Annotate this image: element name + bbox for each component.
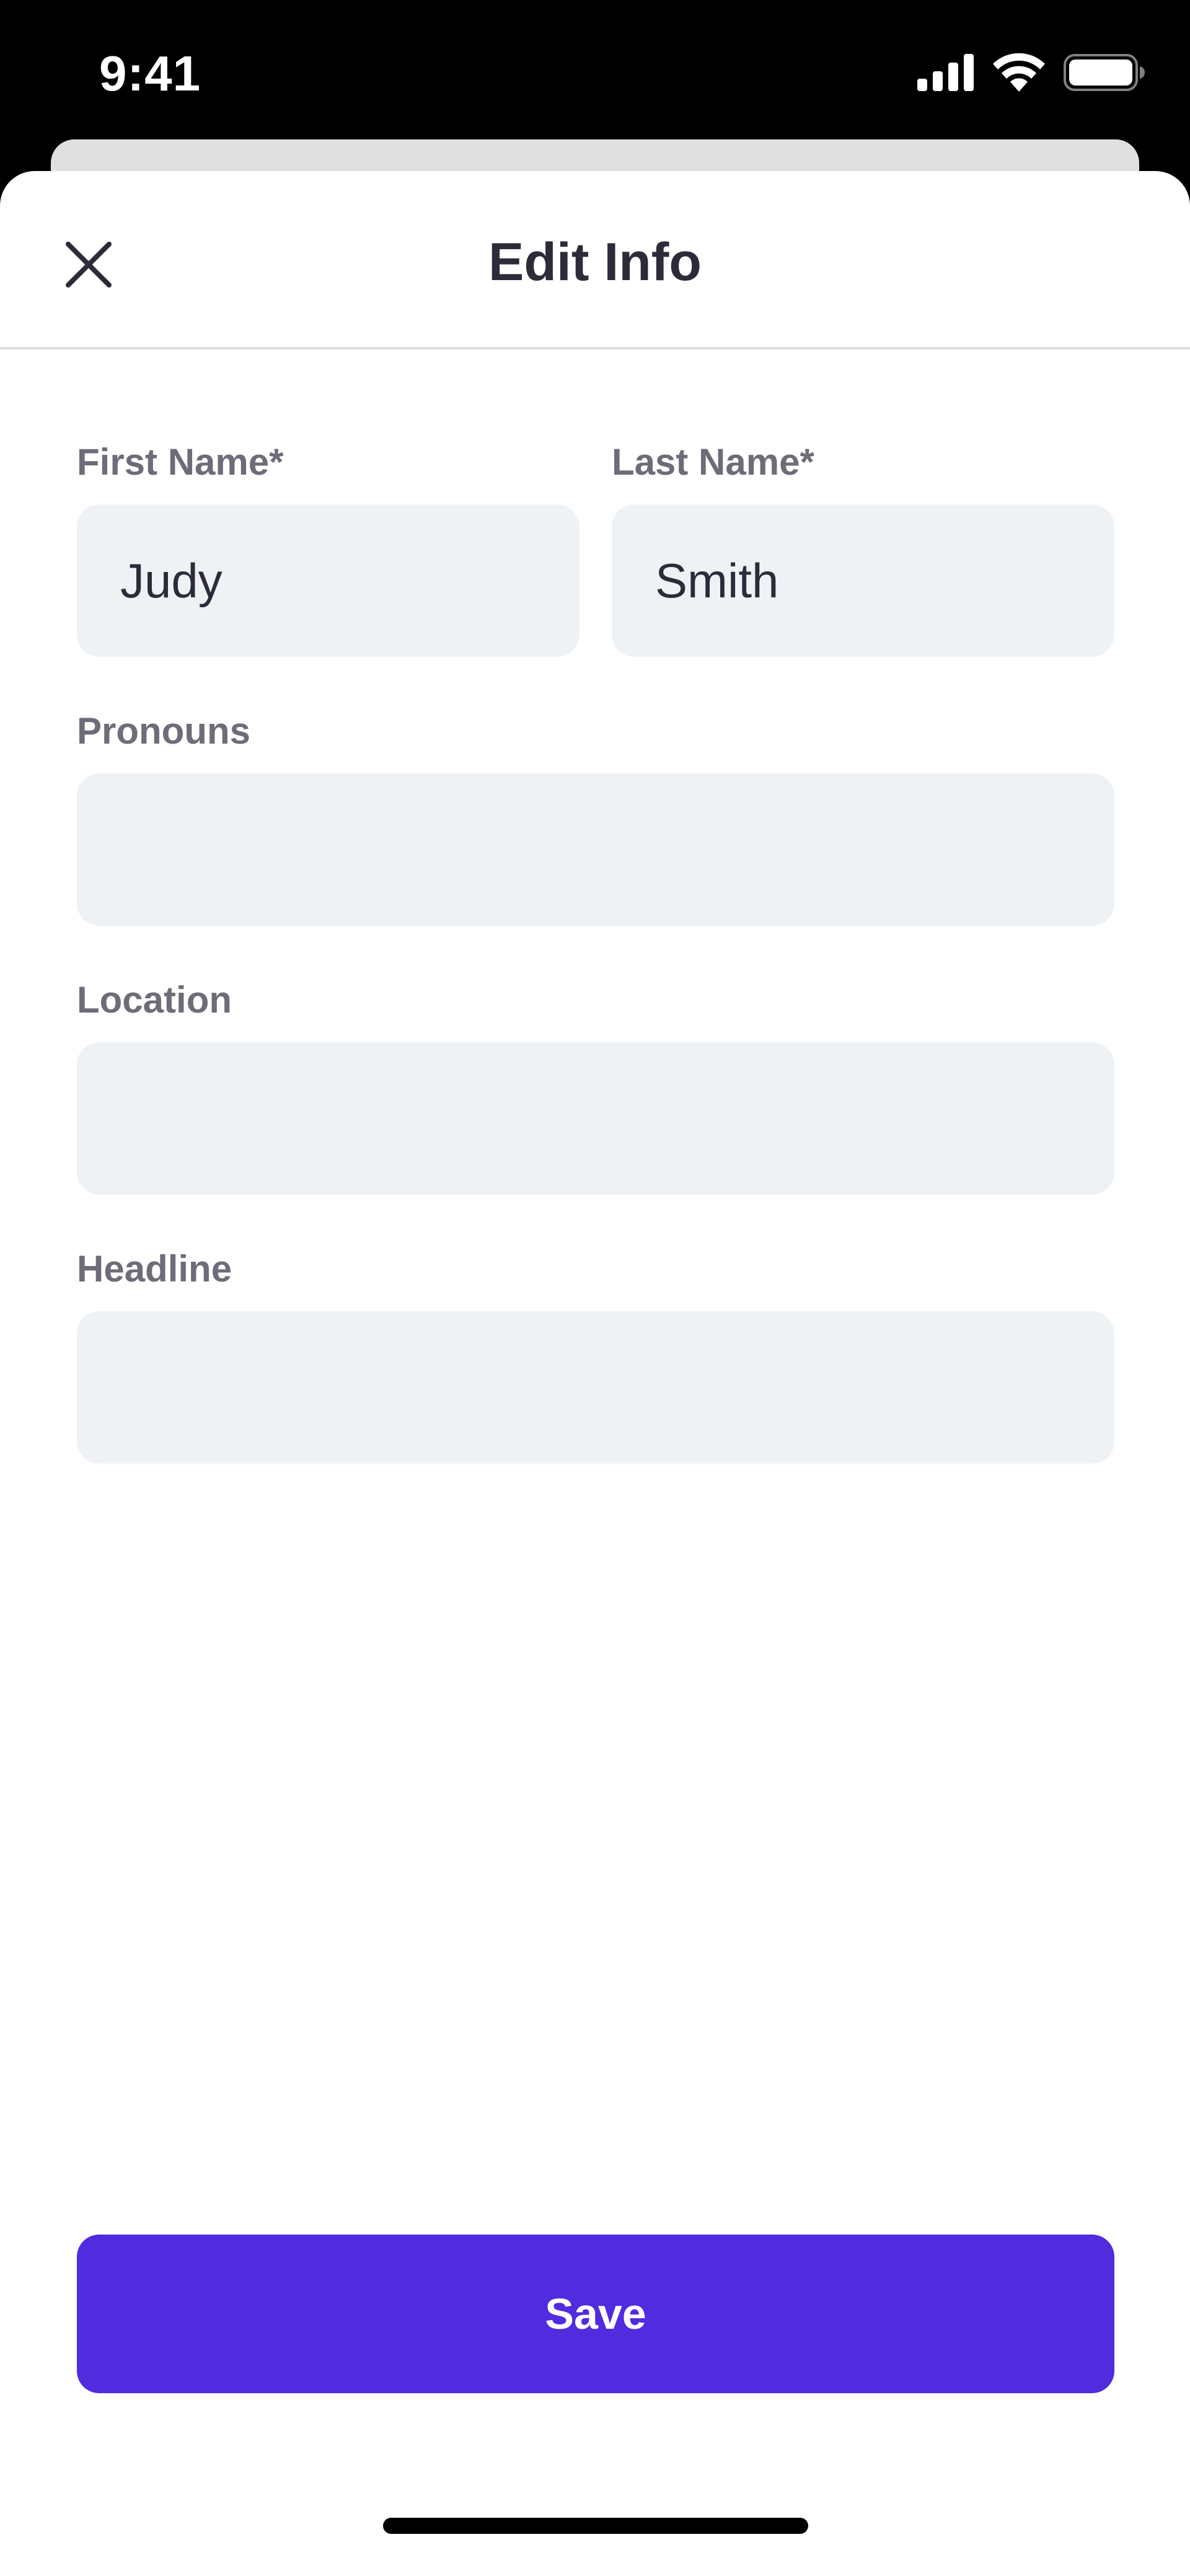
first-name-field-group: First Name* [77,437,580,657]
location-field-group: Location [77,975,1114,1195]
edit-info-sheet: Edit Info First Name* Last Name* Pronoun… [0,171,1190,2576]
status-icons [917,51,1145,94]
pronouns-input[interactable] [77,773,1114,926]
location-row: Location [77,975,1114,1195]
status-time: 9:41 [99,46,201,101]
battery-icon [1064,54,1145,91]
last-name-input[interactable] [612,504,1114,657]
page-title: Edit Info [488,232,702,292]
headline-field-group: Headline [77,1244,1114,1464]
headline-label: Headline [77,1248,232,1290]
headline-row: Headline [77,1244,1114,1464]
edit-info-form: First Name* Last Name* Pronouns Location… [77,437,1114,1513]
sheet-header: Edit Info [0,171,1190,349]
last-name-label: Last Name* [612,441,814,483]
location-input[interactable] [77,1042,1114,1195]
home-indicator [383,2518,808,2534]
pronouns-field-group: Pronouns [77,706,1114,926]
headline-input[interactable] [77,1311,1114,1464]
signal-icon [917,54,974,91]
pronouns-label: Pronouns [77,710,250,752]
wifi-icon [993,53,1045,92]
last-name-field-group: Last Name* [612,437,1114,657]
status-bar: 9:41 [0,0,1190,141]
save-button[interactable]: Save [77,2235,1114,2393]
pronouns-row: Pronouns [77,706,1114,926]
name-row: First Name* Last Name* [77,437,1114,657]
location-label: Location [77,979,232,1021]
first-name-label: First Name* [77,441,284,483]
first-name-input[interactable] [77,504,580,657]
